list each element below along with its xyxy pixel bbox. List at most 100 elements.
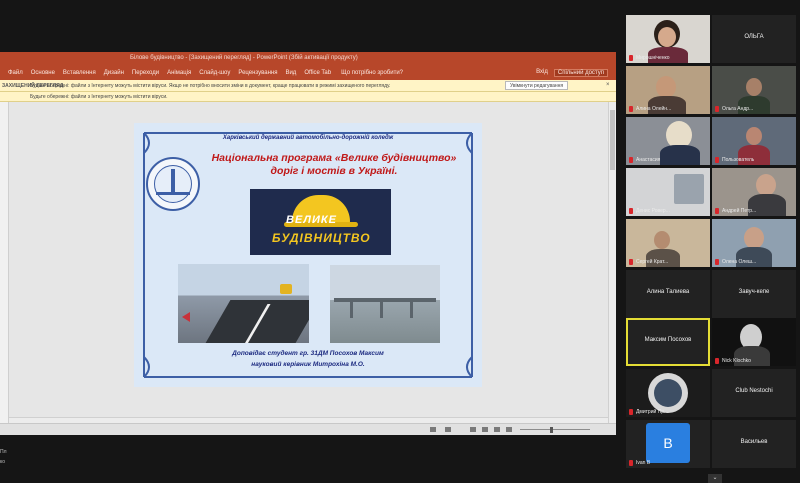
participant-tile[interactable]: ОЛЬГА (712, 15, 796, 63)
tab-insert[interactable]: Вставлення (63, 70, 96, 76)
participant-name: Ivan B (636, 460, 651, 466)
window-title: Білове будівництво - [Захищений перегляд… (130, 55, 358, 61)
close-icon[interactable]: × (606, 82, 610, 88)
participant-name: Алина Олейн... (636, 106, 672, 112)
participant-tile[interactable]: Ольга Андр... (712, 66, 796, 114)
tab-view[interactable]: Вид (285, 70, 296, 76)
scroll-thumb[interactable] (610, 110, 615, 170)
participant-name: Анастасия (636, 157, 661, 163)
powerpoint-title-bar: Білове будівництво - [Захищений перегляд… (0, 52, 616, 66)
tab-design[interactable]: Дизайн (104, 70, 124, 76)
protected-view-message-secondary: Будьте обережні: файли з Інтернету можут… (30, 94, 168, 100)
great-construction-banner: ВЕЛИКЕ БУДІВНИЦТВО (250, 189, 391, 255)
participant-tile[interactable]: Сергей Крат... (626, 219, 710, 267)
reading-view-icon[interactable] (494, 427, 500, 432)
bridge-photo (330, 265, 440, 343)
participant-tile[interactable]: B Ivan B (626, 420, 710, 468)
tab-office-tab[interactable]: Office Tab (304, 70, 331, 76)
zoom-slider[interactable] (520, 429, 590, 430)
participant-tile[interactable]: Васильев (712, 420, 796, 468)
muted-mic-icon (715, 259, 719, 265)
active-speaker-tile[interactable]: Максим Посохов (626, 318, 710, 366)
muted-mic-icon (715, 208, 719, 214)
slideshow-view-icon[interactable] (506, 427, 512, 432)
gallery-next-page-button[interactable]: ⌄ (708, 474, 722, 483)
ribbon-tabs: Файл Основне Вставлення Дизайн Переходи … (0, 66, 616, 80)
left-edge-line1: Пл (0, 449, 7, 455)
participant-name: Пользователь (722, 157, 755, 163)
muted-mic-icon (629, 259, 633, 265)
participant-tile[interactable]: Завуч-кепе (712, 270, 796, 318)
participant-tile[interactable]: Олена Олеш... (712, 219, 796, 267)
comments-icon[interactable] (445, 427, 451, 432)
participant-name: Сергей Крат... (636, 259, 669, 265)
participant-tile[interactable]: Анастасия (626, 117, 710, 165)
participant-name: Дмитрий Пр... (636, 409, 669, 415)
avatar: B (646, 423, 690, 463)
slide-title-line1: Національна програма «Велике будівництво… (211, 152, 457, 164)
slide-title-line2: доріг і мостів в Україні. (270, 165, 398, 177)
muted-mic-icon (629, 55, 633, 61)
participant-tile[interactable]: Дмитрий Пр... (626, 369, 710, 417)
participant-name: ОЛЬГА (744, 34, 764, 40)
share-button[interactable]: Спільний доступ (553, 69, 608, 77)
tell-me-search[interactable]: Що потрібно зробити? (341, 70, 403, 76)
participant-tile[interactable]: Мирошніченко (626, 15, 710, 63)
protected-view-bar: ЗАХИЩЕНИЙ ПЕРЕГЛЯД Будьте обережні: файл… (0, 80, 616, 92)
participant-tile[interactable]: Андрей Петр... (712, 168, 796, 216)
zoom-slider-knob[interactable] (550, 427, 553, 433)
tab-file[interactable]: Файл (8, 70, 23, 76)
tab-slideshow[interactable]: Слайд-шоу (199, 70, 230, 76)
sign-in-link[interactable]: Вхід (536, 69, 548, 77)
muted-mic-icon (629, 409, 633, 415)
notes-icon[interactable] (430, 427, 436, 432)
tab-review[interactable]: Рецензування (238, 70, 277, 76)
road-photo (178, 264, 309, 343)
protected-view-bar-secondary: Будьте обережні: файли з Інтернету можут… (0, 92, 616, 102)
participant-name: Мирошніченко (636, 55, 670, 61)
muted-mic-icon (715, 358, 719, 364)
sorter-view-icon[interactable] (482, 427, 488, 432)
muted-mic-icon (715, 157, 719, 163)
college-logo (146, 157, 200, 211)
normal-view-icon[interactable] (470, 427, 476, 432)
participant-name: Васильев (740, 439, 768, 445)
participant-name: Денис Ровер... (636, 208, 670, 214)
participant-name: Олена Олеш... (722, 259, 757, 265)
participant-tile[interactable]: Денис Ровер... (626, 168, 710, 216)
muted-mic-icon (629, 157, 633, 163)
participant-name: Ольга Андр... (722, 106, 754, 112)
tab-transitions[interactable]: Переходи (132, 70, 159, 76)
protected-view-message: Будьте обережні: файли з Інтернету можут… (30, 83, 391, 89)
slide-reporter: Доповідає студент гр. 31ДМ Посохов Макси… (232, 350, 384, 357)
muted-mic-icon (715, 106, 719, 112)
participant-name: Андрей Петр... (722, 208, 757, 214)
banner-word2: БУДІВНИЦТВО (272, 231, 371, 245)
participant-name: Алина Талиева (646, 289, 690, 295)
participant-tile[interactable]: Алина Олейн... (626, 66, 710, 114)
participant-name: Nick Klochko (722, 358, 751, 364)
banner-word1: ВЕЛИКЕ (286, 214, 337, 226)
status-bar (0, 423, 616, 435)
vertical-scrollbar[interactable] (608, 102, 616, 423)
enable-editing-button[interactable]: Увімкнути редагування (505, 81, 569, 90)
participant-tile[interactable]: Club Nestochi (712, 369, 796, 417)
participant-name: Club Nestochi (735, 388, 773, 394)
participant-tile[interactable]: Алина Талиева (626, 270, 710, 318)
muted-mic-icon (629, 460, 633, 466)
participant-tile[interactable]: Nick Klochko (712, 318, 796, 366)
participant-name: Максим Посохов (644, 337, 692, 343)
tab-home[interactable]: Основне (31, 70, 55, 76)
left-edge-text: Пл ко (0, 445, 30, 483)
zoom-meeting-screen: Білове будівництво - [Захищений перегляд… (0, 0, 800, 483)
slide-canvas: Харківський державний автомобільно-дорож… (134, 123, 482, 387)
participant-tile[interactable]: Пользователь (712, 117, 796, 165)
muted-mic-icon (629, 106, 633, 112)
left-edge-line2: ко (0, 459, 6, 465)
slide-institution: Харківський державний автомобільно-дорож… (222, 135, 394, 141)
slide-supervisor: науковий керівник Митрохіна М.О. (251, 361, 365, 368)
thumbnail-pane[interactable] (0, 102, 9, 423)
muted-mic-icon (629, 208, 633, 214)
participant-name: Завуч-кепе (738, 289, 770, 295)
tab-animations[interactable]: Анімація (167, 70, 191, 76)
